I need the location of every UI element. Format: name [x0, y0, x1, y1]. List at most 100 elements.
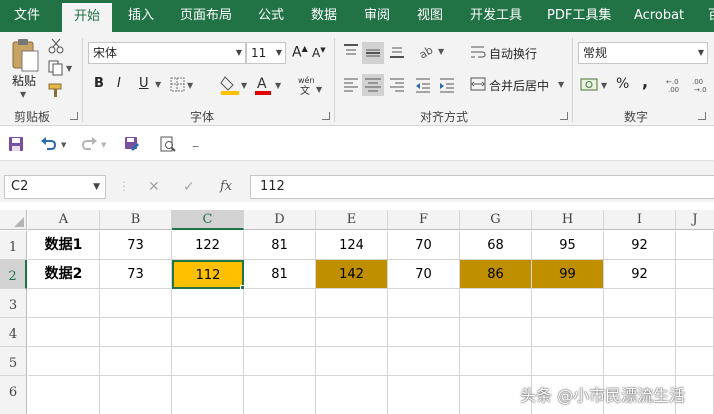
font-color-icon[interactable]: A ▼ [254, 74, 284, 96]
increase-decimal-icon[interactable]: ←.0.00 [666, 76, 688, 94]
paste-dropdown-icon[interactable]: ▼ [20, 90, 26, 99]
increase-font-size-icon[interactable]: A▲ [292, 44, 308, 61]
cell-i1[interactable]: 92 [604, 231, 676, 260]
cell-empty[interactable] [316, 347, 388, 376]
cell-empty[interactable] [388, 318, 460, 347]
cell-empty[interactable] [28, 289, 100, 318]
cell-i2[interactable]: 92 [604, 260, 676, 289]
underline-dropdown-icon[interactable]: ▼ [155, 80, 161, 89]
cell-empty[interactable] [244, 376, 316, 414]
merge-dropdown-icon[interactable]: ▼ [558, 80, 564, 89]
number-format-select[interactable]: 常规 ▼ [578, 42, 708, 64]
cell-empty[interactable] [604, 347, 676, 376]
cell-empty[interactable] [316, 318, 388, 347]
cell-f2[interactable]: 70 [388, 260, 460, 289]
middle-align-icon[interactable] [362, 42, 384, 64]
cell-empty[interactable] [604, 289, 676, 318]
number-dialog-launcher-icon[interactable] [698, 112, 706, 120]
cell-empty[interactable] [172, 376, 244, 414]
cancel-icon[interactable]: ✕ [148, 179, 160, 195]
tab-acrobat[interactable]: Acrobat [634, 0, 684, 32]
alignment-dialog-launcher-icon[interactable] [560, 112, 568, 120]
tab-formulas[interactable]: 公式 [258, 0, 284, 32]
print-preview-icon[interactable] [160, 136, 176, 152]
tab-developer[interactable]: 开发工具 [470, 0, 522, 32]
copy-icon[interactable] [48, 60, 64, 76]
cell-empty[interactable] [172, 318, 244, 347]
cell-empty[interactable] [460, 289, 532, 318]
copy-dropdown-icon[interactable]: ▼ [66, 64, 72, 73]
cell-a2[interactable]: 数据2 [28, 260, 100, 289]
top-align-icon[interactable] [342, 42, 360, 60]
decrease-font-size-icon[interactable]: A▼ [312, 46, 326, 60]
cell-a1[interactable]: 数据1 [28, 231, 100, 260]
cell-empty[interactable] [244, 347, 316, 376]
paste-icon[interactable] [10, 38, 40, 72]
column-header-c[interactable]: C [172, 210, 244, 230]
bottom-align-icon[interactable] [388, 42, 406, 60]
column-header-e[interactable]: E [316, 210, 388, 230]
cell-empty[interactable] [676, 289, 714, 318]
cell-h2[interactable]: 99 [532, 260, 604, 289]
cell-empty[interactable] [100, 376, 172, 414]
undo-icon[interactable]: ▼ [40, 136, 70, 152]
column-header-g[interactable]: G [460, 210, 532, 230]
select-all-button[interactable] [0, 210, 27, 230]
merge-center-button[interactable]: 合并后居中 [489, 77, 549, 94]
row-header-1[interactable]: 1 [0, 231, 27, 260]
fill-color-icon[interactable]: ▼ [220, 74, 250, 96]
cell-empty[interactable] [532, 318, 604, 347]
column-header-b[interactable]: B [100, 210, 172, 230]
cell-h1[interactable]: 95 [532, 231, 604, 260]
row-header-6[interactable]: 6 [0, 376, 27, 414]
tab-view[interactable]: 视图 [417, 0, 443, 32]
cell-empty[interactable] [100, 318, 172, 347]
wrap-text-button[interactable]: 自动换行 [489, 45, 537, 62]
tab-review[interactable]: 审阅 [364, 0, 390, 32]
row-header-3[interactable]: 3 [0, 289, 27, 318]
column-header-j[interactable]: J [676, 210, 714, 230]
cell-empty[interactable] [244, 289, 316, 318]
tab-file[interactable]: 文件 [14, 0, 40, 32]
tab-data[interactable]: 数据 [311, 0, 337, 32]
comma-style-button[interactable]: , [642, 72, 648, 91]
cell-empty[interactable] [100, 289, 172, 318]
column-header-i[interactable]: I [604, 210, 676, 230]
cell-e1[interactable]: 124 [316, 231, 388, 260]
row-header-5[interactable]: 5 [0, 347, 27, 376]
font-dialog-launcher-icon[interactable] [322, 112, 330, 120]
name-box[interactable]: C2 ▼ [4, 175, 106, 199]
tab-home[interactable]: 开始 [62, 3, 112, 32]
redo-icon[interactable]: ▼ [80, 136, 110, 152]
increase-indent-icon[interactable] [438, 76, 456, 94]
cell-c1[interactable]: 122 [172, 231, 244, 260]
cell-g1[interactable]: 68 [460, 231, 532, 260]
cell-empty[interactable] [316, 376, 388, 414]
cell-empty[interactable] [532, 289, 604, 318]
row-header-2[interactable]: 2 [0, 260, 27, 289]
cell-empty[interactable] [460, 318, 532, 347]
clipboard-dialog-launcher-icon[interactable] [70, 112, 78, 120]
cell-f1[interactable]: 70 [388, 231, 460, 260]
cell-empty[interactable] [316, 289, 388, 318]
italic-button[interactable]: I [117, 76, 121, 91]
cut-icon[interactable] [48, 38, 64, 54]
cell-empty[interactable] [172, 347, 244, 376]
percent-style-button[interactable]: % [616, 76, 629, 92]
column-header-h[interactable]: H [532, 210, 604, 230]
column-header-a[interactable]: A [28, 210, 100, 230]
paste-button[interactable]: 粘贴 [12, 72, 36, 89]
underline-button[interactable]: U [139, 76, 149, 91]
accounting-format-icon[interactable]: ▼ [580, 76, 610, 94]
bold-button[interactable]: B [94, 76, 104, 91]
cell-j1[interactable] [676, 231, 714, 260]
cell-empty[interactable] [388, 347, 460, 376]
cell-e2[interactable]: 142 [316, 260, 388, 289]
formula-input[interactable]: 112 [250, 175, 714, 199]
tab-pdf-tools[interactable]: PDF工具集 [547, 0, 611, 32]
row-header-4[interactable]: 4 [0, 318, 27, 347]
cell-empty[interactable] [388, 289, 460, 318]
column-header-f[interactable]: F [388, 210, 460, 230]
align-left-icon[interactable] [342, 76, 360, 94]
save-icon[interactable] [8, 136, 24, 152]
